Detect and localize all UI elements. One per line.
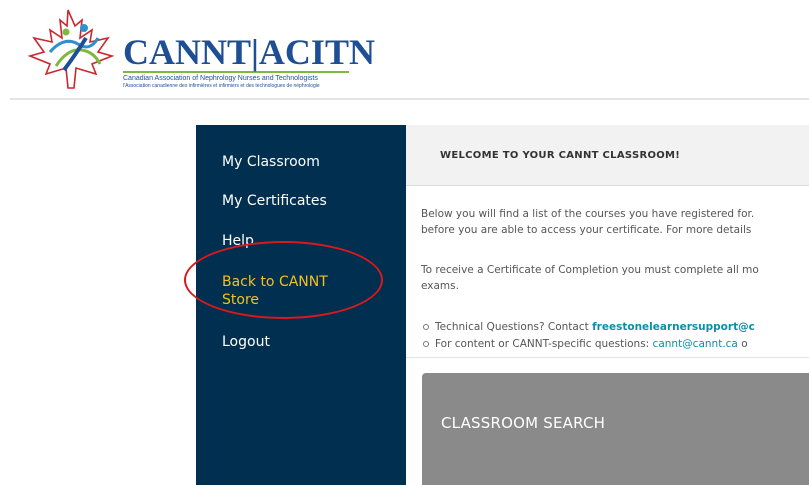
technical-questions-text: Technical Questions? Contact	[435, 321, 593, 333]
header-divider	[10, 98, 809, 100]
bullet-icon	[423, 340, 429, 347]
logo-wordmark: CANNT|ACITN	[123, 32, 375, 72]
bullet-icon	[423, 323, 429, 330]
sidebar-item-logout[interactable]: Logout	[222, 333, 270, 351]
sidebar-item-my-certificates[interactable]: My Certificates	[222, 192, 327, 210]
certificate-info-line-1: To receive a Certificate of Completion y…	[421, 264, 759, 276]
cannt-email-link[interactable]: cannt@cannt.ca	[653, 338, 738, 350]
list-item-content: For content or CANNT-specific questions:…	[421, 337, 748, 351]
list-item-technical: Technical Questions? Contact freestonele…	[421, 320, 755, 334]
classroom-search-heading: CLASSROOM SEARCH	[441, 414, 606, 432]
annotation-circle	[184, 241, 383, 319]
section-divider	[406, 357, 809, 358]
page-title: WELCOME TO YOUR CANNT CLASSROOM!	[440, 150, 681, 161]
intro-line-2: before you are able to access your certi…	[421, 224, 752, 236]
certificate-info-line-2: exams.	[421, 280, 459, 292]
welcome-header: WELCOME TO YOUR CANNT CLASSROOM!	[406, 125, 809, 186]
content-questions-text: For content or CANNT-specific questions:	[435, 338, 653, 350]
support-email-link[interactable]: freestonelearnersupport@c	[592, 321, 755, 333]
content-questions-suffix: o	[737, 338, 748, 350]
classroom-search-panel[interactable]: CLASSROOM SEARCH	[422, 373, 809, 485]
maple-leaf-icon	[27, 9, 115, 89]
cannt-logo[interactable]: CANNT|ACITN Canadian Association of Neph…	[20, 8, 375, 92]
logo-subtitle-english: Canadian Association of Nephrology Nurse…	[123, 75, 318, 82]
intro-line-1: Below you will find a list of the course…	[421, 208, 755, 220]
sidebar-item-my-classroom[interactable]: My Classroom	[222, 153, 320, 171]
logo-subtitle-french: l'Association canadienne des infirmières…	[123, 83, 320, 89]
